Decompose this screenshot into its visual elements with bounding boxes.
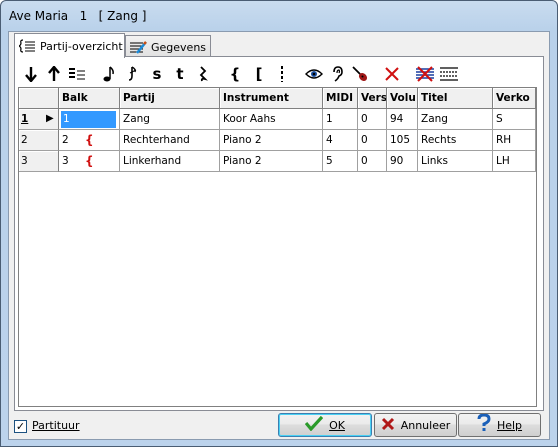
dotted-barline-icon[interactable] — [271, 63, 293, 85]
row-number: 1 — [21, 113, 29, 125]
column-header-instrument[interactable]: Instrument — [220, 88, 323, 109]
tab-gegevens-label: Gegevens — [151, 40, 207, 54]
row-header[interactable]: 2 — [19, 130, 59, 151]
column-header-partij[interactable]: Partij — [120, 88, 220, 109]
checkmark-icon: ✓ — [15, 420, 26, 433]
balk-value: 2 — [62, 134, 69, 146]
column-header-midi[interactable]: MIDI — [323, 88, 358, 109]
toolbar-separator — [407, 66, 408, 84]
dialog-window: Ave Maria 1 [ Zang ] Partij-overzicht Ge… — [0, 0, 558, 447]
selected-cell-value[interactable]: 1 — [61, 111, 116, 128]
toolbar-separator — [92, 66, 93, 84]
ear-icon[interactable] — [326, 63, 348, 85]
partituur-label-text: Partituur — [32, 419, 80, 432]
table-cell-partij[interactable]: Rechterhand — [120, 130, 220, 151]
move-up-arrow-icon[interactable] — [43, 63, 65, 85]
table-cell-balk[interactable]: 3 { — [59, 151, 120, 172]
brace-marker: { — [85, 154, 94, 168]
annuleer-button-label: Annuleer — [400, 418, 451, 432]
column-header-verko[interactable]: Verko — [493, 88, 536, 109]
row-number: 2 — [21, 134, 28, 146]
grid-corner — [19, 88, 59, 109]
rest-icon[interactable] — [192, 63, 214, 85]
table-cell-instrument[interactable]: Piano 2 — [220, 151, 323, 172]
bracket-icon[interactable]: [ — [248, 63, 270, 85]
column-header-volu[interactable]: Volu — [387, 88, 418, 109]
tab-partij-overzicht[interactable]: Partij-overzicht — [14, 33, 125, 58]
table-cell-partij[interactable]: Linkerhand — [120, 151, 220, 172]
table-cell-verko[interactable]: LH — [493, 151, 536, 172]
help-button[interactable]: Help — [458, 413, 541, 437]
column-header-vers[interactable]: Vers — [358, 88, 387, 109]
help-button-label: Help — [496, 418, 523, 432]
instrument-icon[interactable] — [349, 63, 371, 85]
column-header-balk[interactable]: Balk — [59, 88, 120, 109]
table-cell-instrument[interactable]: Koor Aahs — [220, 109, 323, 130]
table-cell-balk[interactable]: 1 — [59, 109, 120, 130]
table-cell-midi[interactable]: 1 — [323, 109, 358, 130]
table-cell-verko[interactable]: RH — [493, 130, 536, 151]
partituur-checkbox[interactable]: ✓ — [14, 420, 27, 433]
tab-gegevens[interactable]: Gegevens — [125, 35, 211, 58]
column-header-titel[interactable]: Titel — [418, 88, 493, 109]
eighth-note-icon[interactable] — [98, 63, 120, 85]
row-header[interactable]: 1 ▶ — [19, 109, 59, 130]
partituur-label[interactable]: Partituur — [32, 419, 80, 432]
ok-button-label: OK — [329, 418, 345, 432]
staff-lines-icon[interactable] — [438, 63, 460, 85]
tab-partij-overzicht-label: Partij-overzicht — [40, 39, 123, 53]
table-cell-titel[interactable]: Zang — [418, 109, 493, 130]
ok-button[interactable]: OK — [278, 413, 372, 437]
current-row-arrow-icon: ▶ — [46, 113, 54, 124]
tab-panel-partij-overzicht: s t { [Balk Partij Instrument MIDI Vers… — [14, 56, 544, 411]
list-lines-icon[interactable] — [66, 63, 88, 85]
table-cell-midi[interactable]: 5 — [323, 151, 358, 172]
strike-staff-icon[interactable] — [414, 63, 436, 85]
title-bar[interactable]: Ave Maria 1 [ Zang ] — [1, 1, 557, 31]
dialog-client-area: Partij-overzicht Gegevens s t {[Balk P… — [8, 31, 550, 440]
cancel-x-icon — [381, 416, 395, 435]
row-header[interactable]: 3 — [19, 151, 59, 172]
s-toggle-icon[interactable]: s — [146, 63, 168, 85]
parts-grid[interactable]: Balk Partij Instrument MIDI Vers Volu Ti… — [18, 87, 537, 407]
table-cell-titel[interactable]: Links — [418, 151, 493, 172]
help-question-icon — [477, 413, 491, 436]
balk-value: 3 — [62, 155, 69, 167]
brace-icon[interactable]: { — [224, 63, 246, 85]
table-cell-balk[interactable]: 2 { — [59, 130, 120, 151]
window-title: Ave Maria 1 [ Zang ] — [9, 9, 147, 23]
table-cell-volu[interactable]: 105 — [387, 130, 418, 151]
list-brace-icon — [17, 39, 36, 53]
toolbar-separator — [218, 66, 219, 84]
table-cell-partij[interactable]: Zang — [120, 109, 220, 130]
table-cell-volu[interactable]: 90 — [387, 151, 418, 172]
table-cell-titel[interactable]: Rechts — [418, 130, 493, 151]
toolbar-separator — [375, 66, 376, 84]
grace-note-icon[interactable] — [122, 63, 144, 85]
table-cell-vers[interactable]: 0 — [358, 109, 387, 130]
brace-marker: { — [85, 133, 94, 147]
table-cell-vers[interactable]: 0 — [358, 151, 387, 172]
toolbar: s t { [ — [18, 63, 540, 87]
table-cell-midi[interactable]: 4 — [323, 130, 358, 151]
checkmark-icon — [304, 415, 324, 435]
table-cell-instrument[interactable]: Piano 2 — [220, 130, 323, 151]
t-toggle-icon[interactable]: t — [169, 63, 191, 85]
annuleer-button[interactable]: Annuleer — [374, 413, 457, 437]
row-number: 3 — [21, 155, 28, 167]
table-cell-vers[interactable]: 0 — [358, 130, 387, 151]
toolbar-separator — [297, 66, 298, 84]
eye-icon[interactable] — [303, 63, 325, 85]
table-cell-verko[interactable]: S — [493, 109, 536, 130]
move-down-arrow-icon[interactable] — [20, 63, 42, 85]
staff-pencil-icon — [130, 40, 147, 54]
delete-x-icon[interactable] — [381, 63, 403, 85]
table-cell-volu[interactable]: 94 — [387, 109, 418, 130]
